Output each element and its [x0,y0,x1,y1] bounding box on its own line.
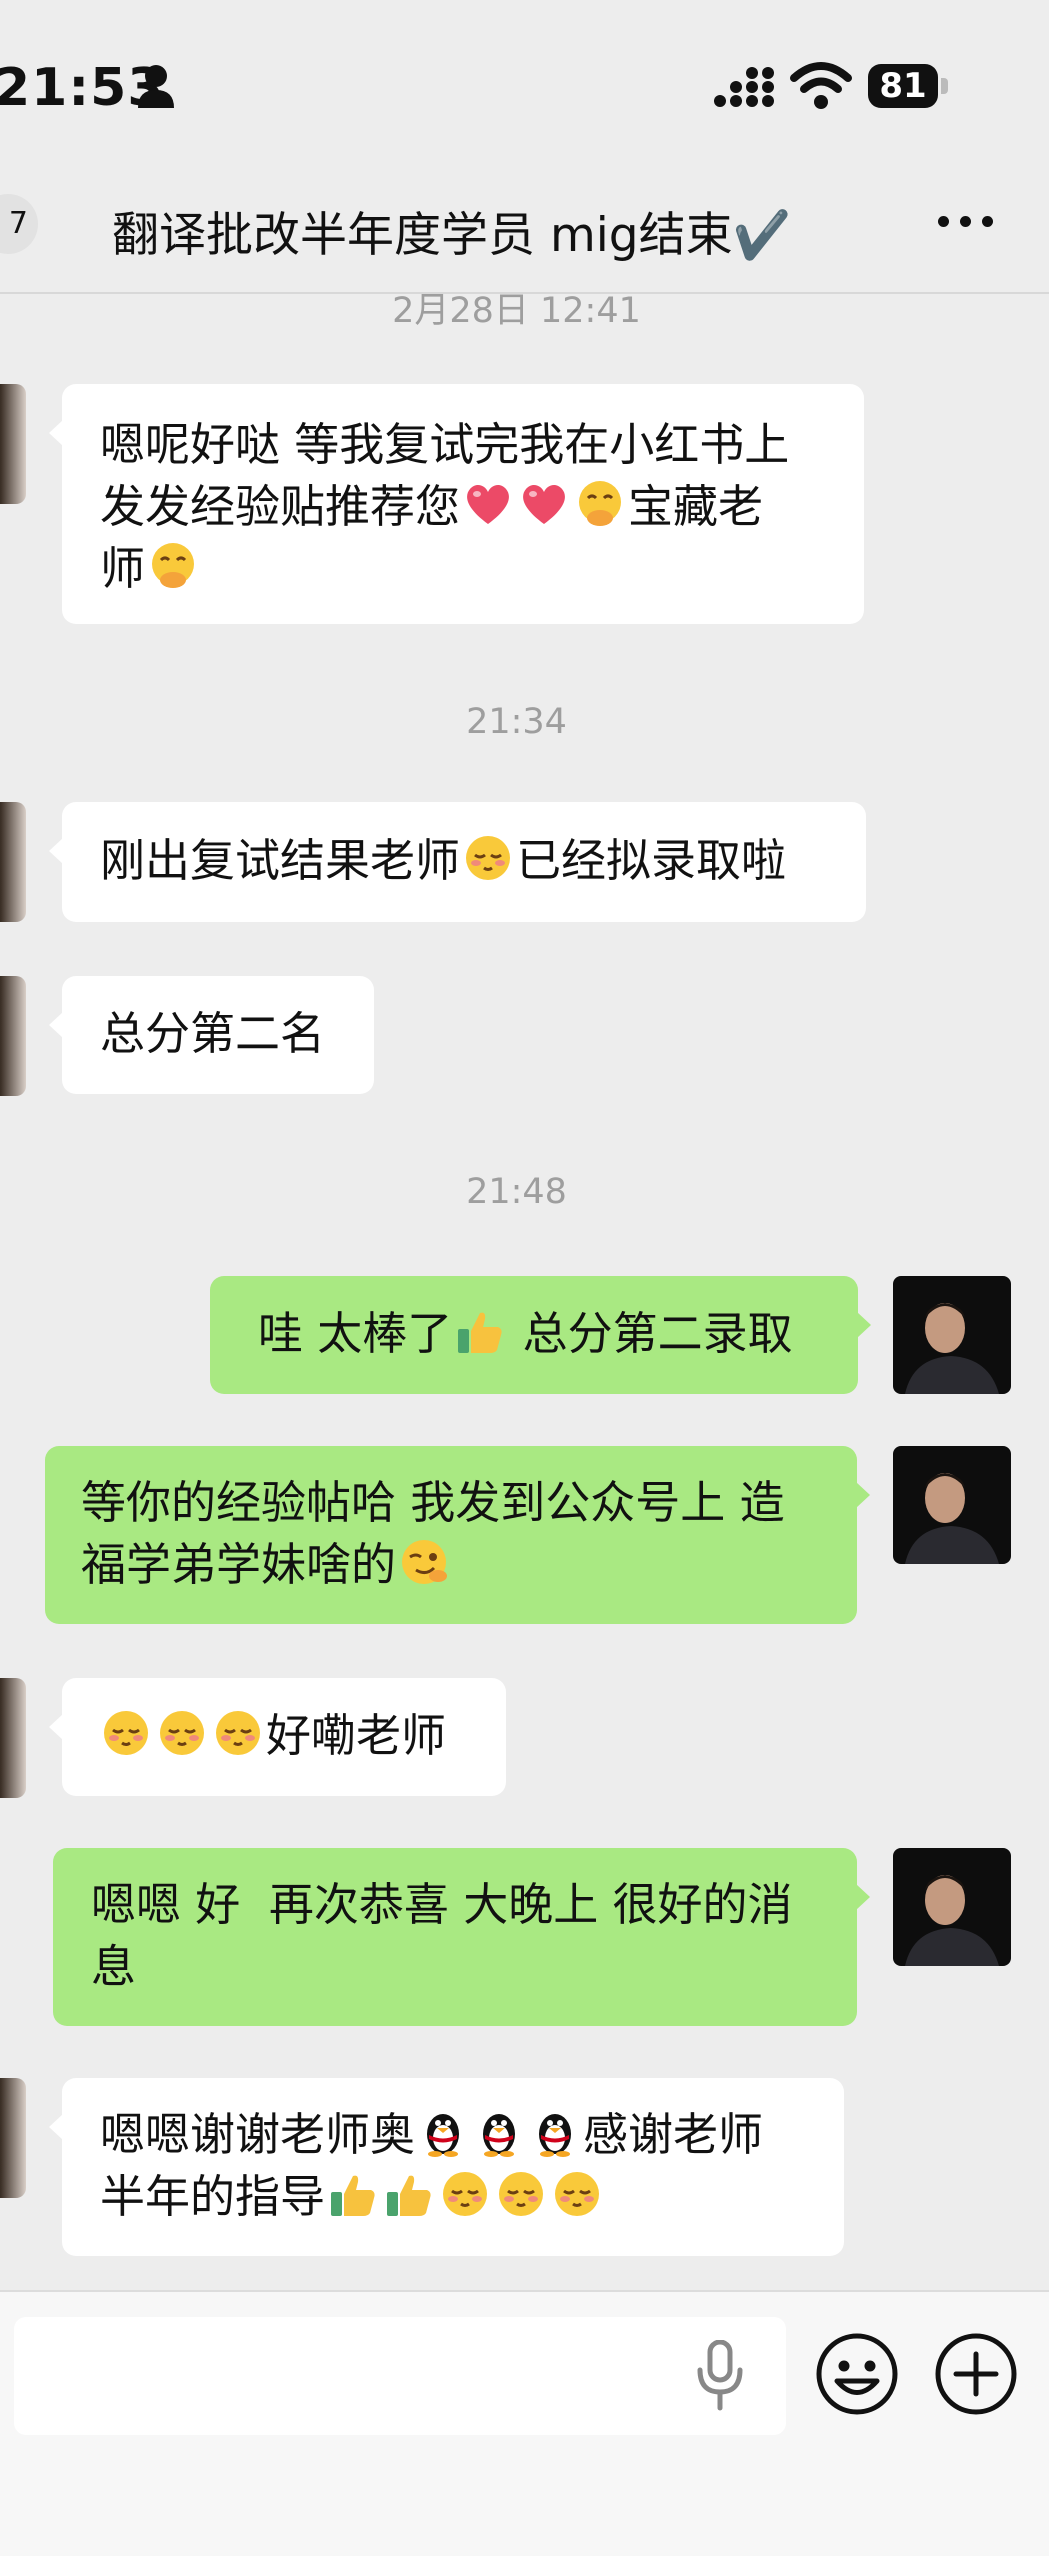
message-line: 哇 太棒了 总分第二录取 [258,1305,793,1360]
shush-emoji [574,478,626,530]
shy-emoji [100,1707,152,1759]
shy-emoji [439,2168,491,2220]
contact-avatar[interactable] [0,802,26,922]
mic-icon[interactable] [694,2340,746,2412]
my-avatar[interactable] [893,1276,1011,1394]
contact-avatar[interactable] [0,976,26,1096]
timestamp: 2月28日 12:41 [392,291,641,331]
contact-avatar[interactable] [0,384,26,504]
message-bubble[interactable]: 哇 太棒了 总分第二录取 [210,1276,871,1394]
message-line: 福学弟学妹啥的 [81,1534,857,1596]
wink-emoji [398,1536,450,1588]
message-bubble[interactable]: 等你的经验帖哈 我发到公众号上 造福学弟学妹啥的 [45,1446,870,1624]
message-bubble[interactable]: 嗯嗯 好 再次恭喜 大晚上 很好的消息 [53,1848,870,2026]
message-bubble[interactable]: 嗯呢好哒 等我复试完我在小红书上 发发经验贴推荐您 宝藏老师 [49,384,864,624]
message-line: 嗯呢好哒 等我复试完我在小红书上 [100,418,790,471]
message-line: 息 [91,1940,137,1993]
more-icon[interactable] [938,216,994,232]
message-input[interactable] [14,2317,786,2435]
contact-avatar[interactable] [0,2078,26,2198]
thumb-emoji [383,2168,435,2220]
message-bubble[interactable]: 刚出复试结果老师 已经拟录取啦 [49,802,866,922]
message-line: 总分第二名 [100,1007,326,1060]
shy-emoji [212,1707,264,1759]
message-bubble[interactable]: 总分第二名 [49,976,374,1094]
message-line: 刚出复试结果老师 已经拟录取啦 [100,832,787,887]
shush-emoji [147,540,199,592]
message-line: 半年的指导 [100,2166,844,2228]
signal-icon [714,67,774,107]
wifi-icon [790,62,852,109]
message-bubble[interactable]: 嗯嗯谢谢老师奥 感谢老师 半年的指导 [49,2078,844,2256]
timestamp: 21:48 [466,1172,567,1212]
heart-emoji [518,478,570,530]
message-line: 好嘞老师 [98,1705,506,1767]
message-line: 等你的经验帖哈 我发到公众号上 造 [81,1476,785,1529]
status-bar: 21:53 81 [0,0,1049,175]
message-line: 师 [100,538,864,600]
penguin-emoji [417,2106,469,2158]
battery-icon: 81 [868,64,950,110]
penguin-emoji [529,2106,581,2158]
shy-emoji [462,832,514,884]
my-avatar[interactable] [893,1446,1011,1564]
message-line: 嗯嗯谢谢老师奥 感谢老师 [100,2106,764,2161]
plus-icon[interactable] [934,2332,1018,2416]
person-icon [138,65,174,108]
shy-emoji [495,2168,547,2220]
battery-level: 81 [868,64,938,108]
penguin-emoji [473,2106,525,2158]
heart-emoji [462,478,514,530]
contact-avatar[interactable] [0,1678,26,1798]
timestamp: 21:34 [466,702,567,742]
message-bubble[interactable]: 好嘞老师 [49,1678,506,1796]
back-button-unread-badge[interactable]: 7 [0,194,38,254]
my-avatar[interactable] [893,1848,1011,1966]
chat-title: 翻译批改半年度学员 mig结束✔️ [112,208,792,263]
shy-emoji [551,2168,603,2220]
thumb-emoji [454,1305,506,1357]
shy-emoji [156,1707,208,1759]
emoji-icon[interactable] [815,2332,899,2416]
message-line: 发发经验贴推荐您 宝藏老 [100,478,764,533]
thumb-emoji [327,2168,379,2220]
message-line: 嗯嗯 好 再次恭喜 大晚上 很好的消 [91,1878,793,1931]
